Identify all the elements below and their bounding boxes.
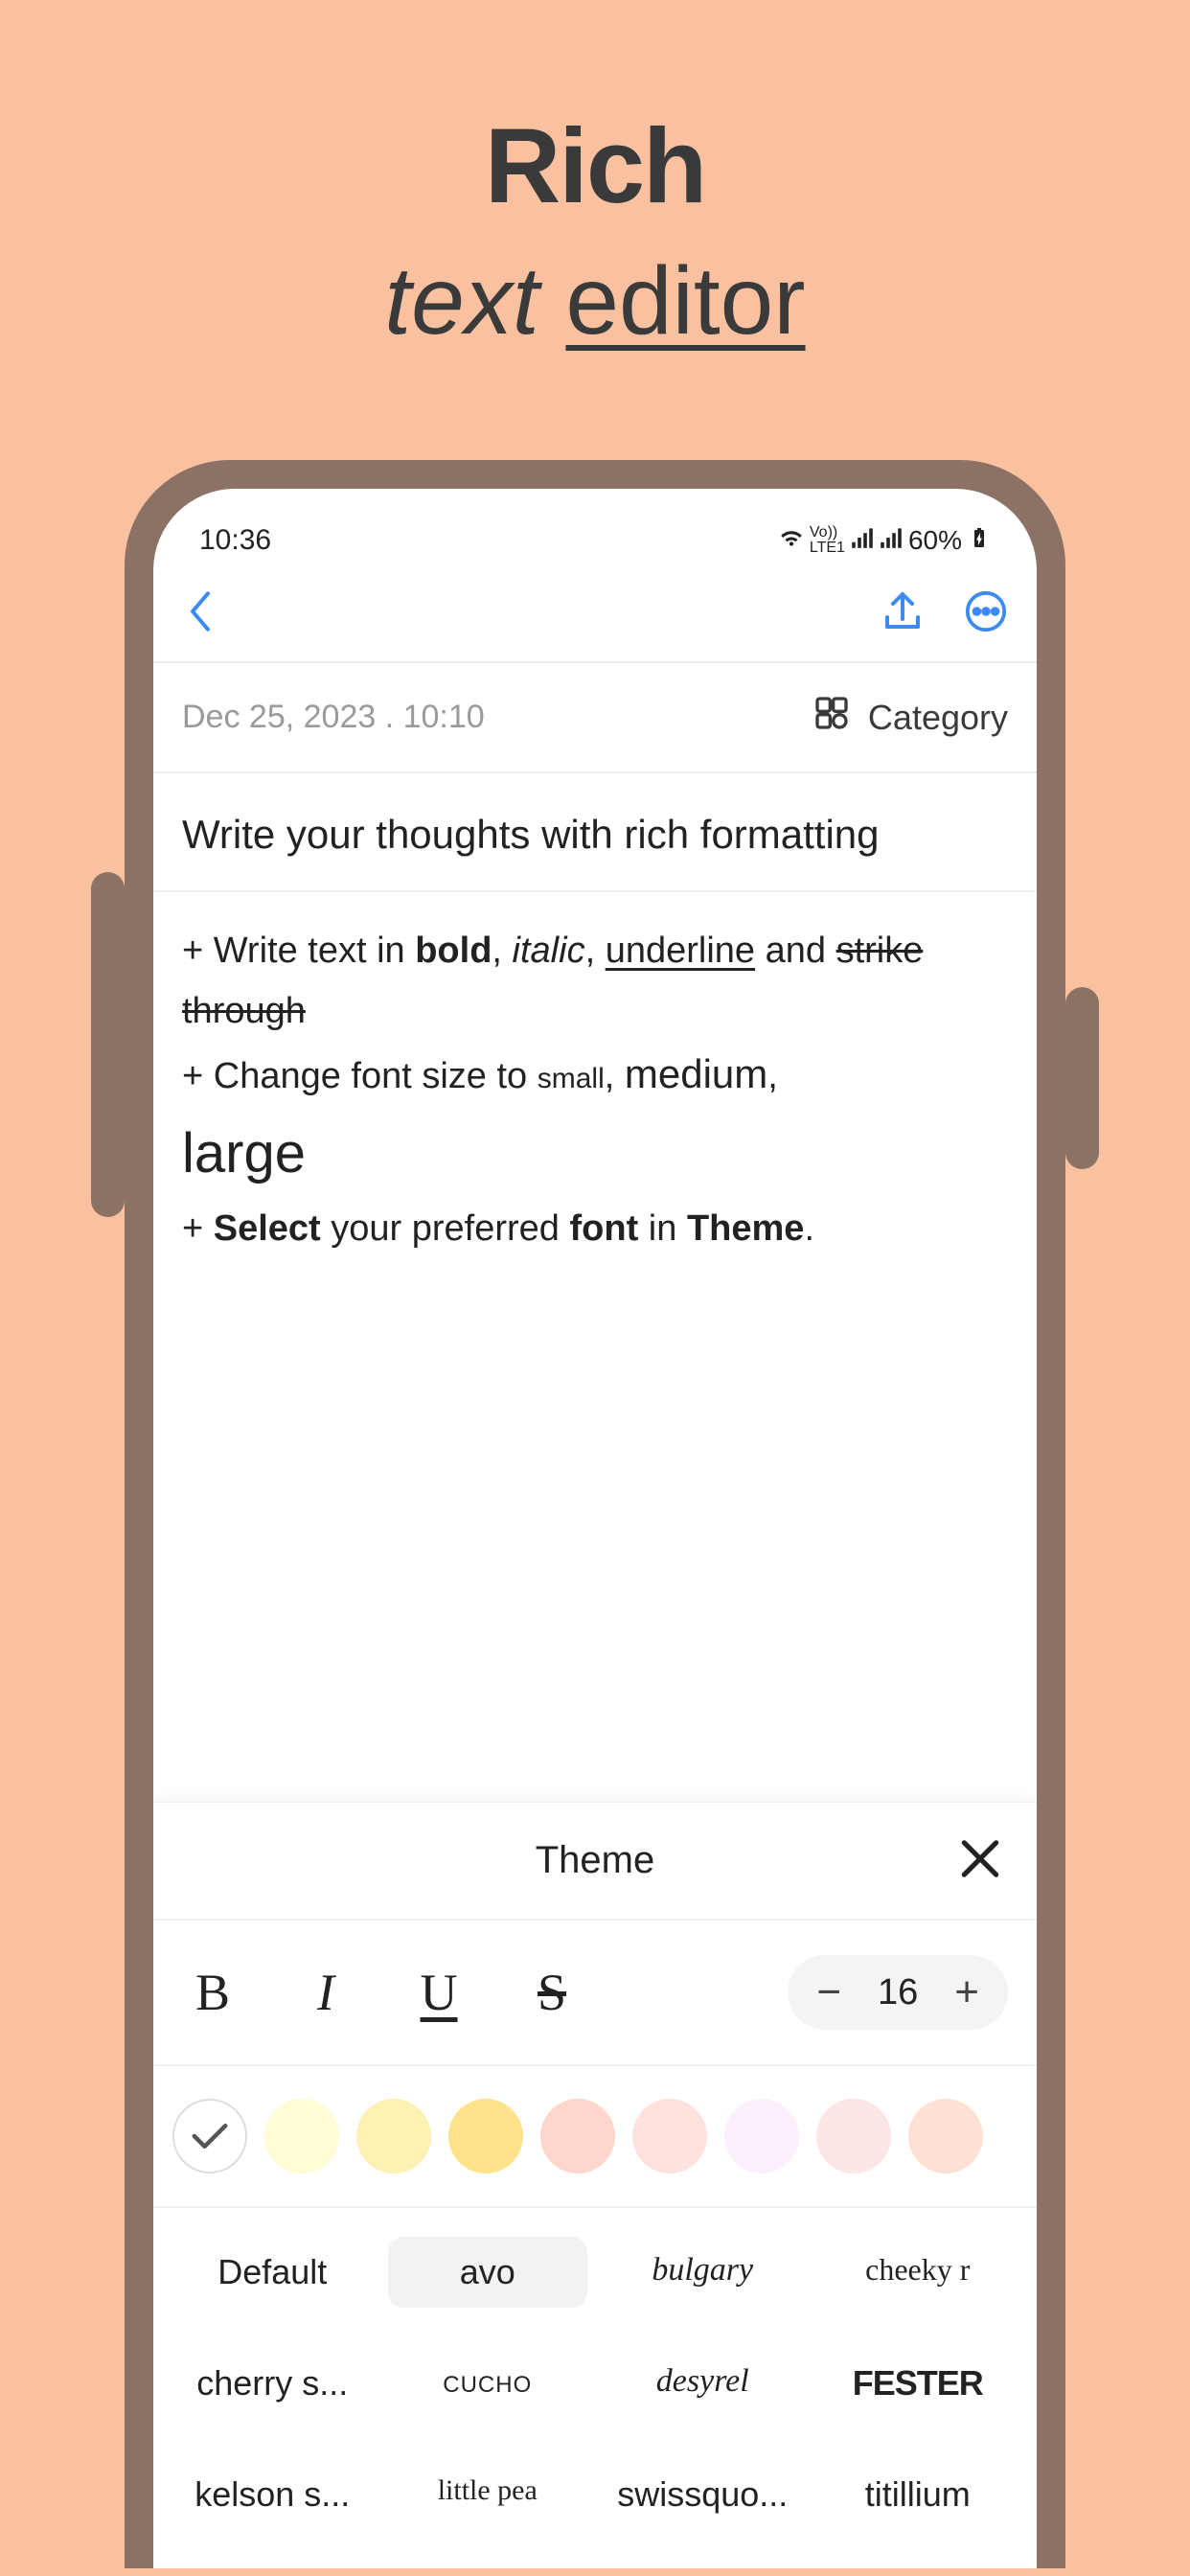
phone-side-button-right [1065, 987, 1099, 1169]
font-option-swissquo[interactable]: swissquo... [603, 2459, 803, 2530]
wifi-icon [779, 525, 804, 557]
decrease-size-button[interactable]: − [816, 1968, 841, 2016]
status-right: Vo))LTE1 60% [779, 525, 991, 557]
font-option-fester[interactable]: FESTER [818, 2348, 1018, 2419]
phone-side-button-left [91, 872, 125, 1217]
font-size-value: 16 [878, 1972, 918, 2013]
bold-button[interactable]: B [182, 1963, 243, 2022]
font-option-bulgary[interactable]: bulgary [603, 2237, 803, 2308]
category-button[interactable]: Category [812, 694, 1008, 741]
underline-button[interactable]: U [408, 1963, 469, 2022]
color-swatch[interactable] [908, 2099, 983, 2174]
color-swatch-selected[interactable] [172, 2099, 247, 2174]
color-swatch[interactable] [816, 2099, 891, 2174]
color-swatch[interactable] [356, 2099, 431, 2174]
more-button[interactable] [964, 589, 1008, 638]
signal-icon-2 [880, 525, 903, 556]
color-swatch[interactable] [448, 2099, 523, 2174]
font-option-cheeky[interactable]: cheeky r [818, 2237, 1018, 2308]
strikethrough-button[interactable]: S [521, 1963, 583, 2022]
font-option-titillium[interactable]: titillium [818, 2459, 1018, 2530]
signal-icon [851, 525, 874, 556]
promo-line2: text editor [0, 246, 1190, 356]
font-grid: Default avo bulgary cheeky r cherry s...… [153, 2208, 1037, 2530]
color-row [153, 2066, 1037, 2208]
battery-icon [968, 525, 991, 556]
back-button[interactable] [182, 588, 218, 639]
phone-screen: 10:36 Vo))LTE1 60% [153, 489, 1037, 2568]
color-swatch[interactable] [540, 2099, 615, 2174]
close-button[interactable] [956, 1834, 1004, 1887]
increase-size-button[interactable]: + [954, 1968, 979, 2016]
font-option-cucho[interactable]: cucho [388, 2348, 588, 2419]
font-option-kelson[interactable]: kelson s... [172, 2459, 373, 2530]
editor-body[interactable]: + Write text in bold, italic, underline … [153, 892, 1037, 1288]
font-option-desyrel[interactable]: desyrel [603, 2348, 803, 2419]
nav-bar [153, 565, 1037, 661]
font-option-default[interactable]: Default [172, 2237, 373, 2308]
color-swatch[interactable] [632, 2099, 707, 2174]
promo-line1: Rich [0, 105, 1190, 227]
status-bar: 10:36 Vo))LTE1 60% [153, 489, 1037, 565]
color-swatch[interactable] [724, 2099, 799, 2174]
theme-title: Theme [536, 1839, 655, 1882]
font-option-cherry[interactable]: cherry s... [172, 2348, 373, 2419]
format-row: B I U S − 16 + [153, 1920, 1037, 2066]
category-label: Category [868, 698, 1008, 738]
phone-frame: 10:36 Vo))LTE1 60% [125, 460, 1065, 2568]
font-option-littlepea[interactable]: little pea [388, 2459, 588, 2530]
font-option-avo[interactable]: avo [388, 2237, 588, 2308]
category-icon [812, 694, 851, 741]
meta-row: Dec 25, 2023 . 10:10 Category [153, 663, 1037, 773]
font-size-stepper: − 16 + [788, 1955, 1008, 2030]
promo-title: Rich text editor [0, 0, 1190, 356]
italic-button[interactable]: I [295, 1963, 356, 2022]
battery-percent: 60% [908, 525, 962, 556]
theme-panel: Theme B I U S − 16 + [153, 1802, 1037, 2568]
status-time: 10:36 [199, 524, 271, 557]
share-button[interactable] [880, 587, 926, 640]
color-swatch[interactable] [264, 2099, 339, 2174]
timestamp: Dec 25, 2023 . 10:10 [182, 699, 485, 736]
note-title-input[interactable]: Write your thoughts with rich formatting [153, 773, 1037, 892]
